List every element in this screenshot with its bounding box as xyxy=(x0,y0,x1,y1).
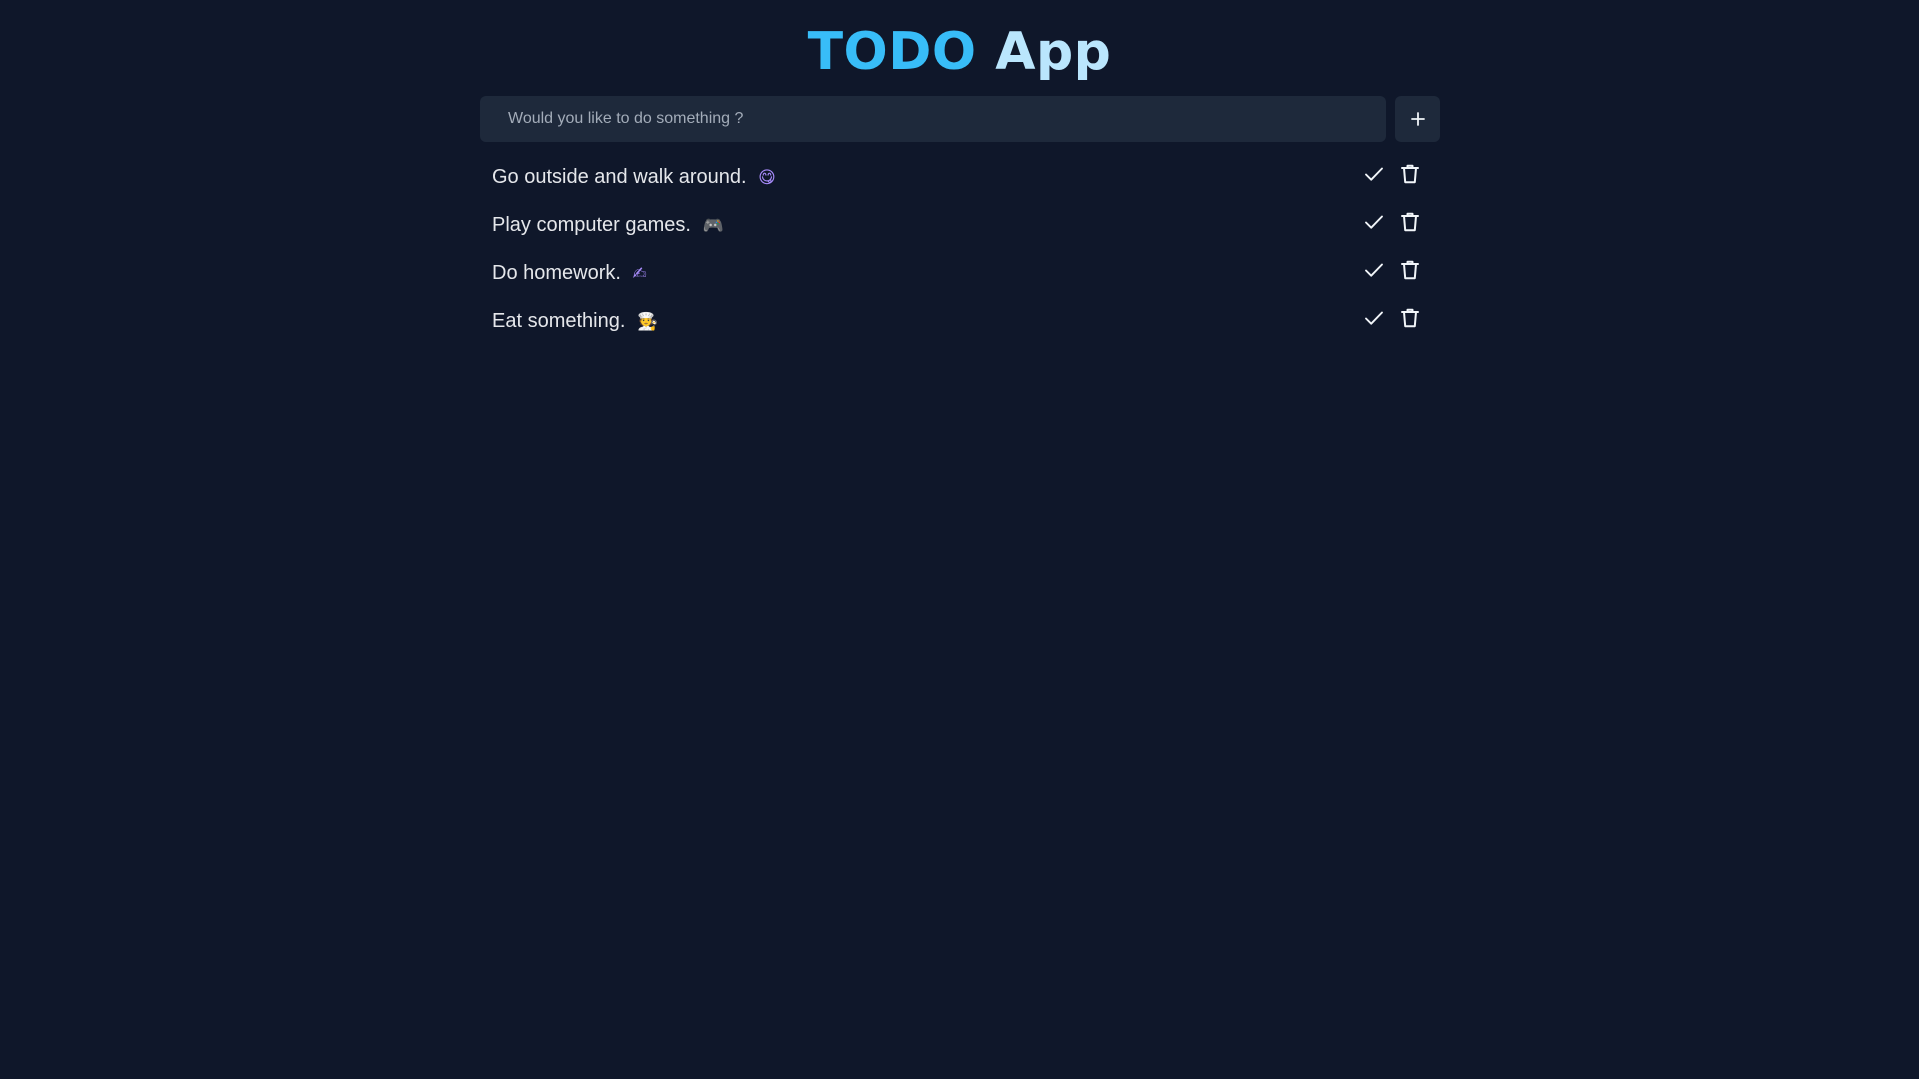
complete-todo-button[interactable] xyxy=(1360,160,1388,188)
delete-todo-button[interactable] xyxy=(1396,256,1424,284)
title-app: App xyxy=(995,22,1112,82)
todo-item: Eat something. 🧑‍🍳 xyxy=(480,296,1440,344)
todo-item-label: Play computer games. xyxy=(492,214,691,236)
plus-icon xyxy=(1410,112,1425,126)
delete-todo-button[interactable] xyxy=(1396,160,1424,188)
complete-todo-button[interactable] xyxy=(1360,256,1388,284)
check-icon xyxy=(1365,167,1383,181)
todo-item-text: Go outside and walk around. 😋 xyxy=(492,164,776,191)
trash-icon xyxy=(1401,260,1419,280)
todo-item-emoji: 😋 xyxy=(758,168,776,188)
todo-item-emoji: ✍ xyxy=(632,264,647,284)
todo-list: Go outside and walk around. 😋 Play compu… xyxy=(480,152,1440,344)
complete-todo-button[interactable] xyxy=(1360,208,1388,236)
todo-item-text: Eat something. 🧑‍🍳 xyxy=(492,308,658,335)
todo-item-emoji: 🎮 xyxy=(702,216,724,236)
check-icon xyxy=(1365,215,1383,229)
check-icon xyxy=(1365,311,1383,325)
todo-item-label: Go outside and walk around. xyxy=(492,166,747,188)
trash-icon xyxy=(1401,308,1419,328)
title-todo: TODO xyxy=(807,22,977,82)
delete-todo-button[interactable] xyxy=(1396,304,1424,332)
trash-icon xyxy=(1401,164,1419,184)
check-icon xyxy=(1365,263,1383,277)
todo-item-label: Eat something. xyxy=(492,310,626,332)
todo-item: Play computer games. 🎮 xyxy=(480,200,1440,248)
todo-item-text: Play computer games. 🎮 xyxy=(492,212,724,239)
todo-form xyxy=(480,96,1440,142)
todo-item-text: Do homework. ✍ xyxy=(492,260,647,287)
todo-item-emoji: 🧑‍🍳 xyxy=(636,312,659,332)
trash-icon xyxy=(1401,212,1419,232)
todo-item: Go outside and walk around. 😋 xyxy=(480,152,1440,200)
todo-input[interactable] xyxy=(480,96,1386,142)
delete-todo-button[interactable] xyxy=(1396,208,1424,236)
add-todo-button[interactable] xyxy=(1395,96,1440,142)
page-title: TODO App xyxy=(0,18,1919,86)
todo-item: Do homework. ✍ xyxy=(480,248,1440,296)
complete-todo-button[interactable] xyxy=(1360,304,1388,332)
todo-item-label: Do homework. xyxy=(492,262,621,284)
